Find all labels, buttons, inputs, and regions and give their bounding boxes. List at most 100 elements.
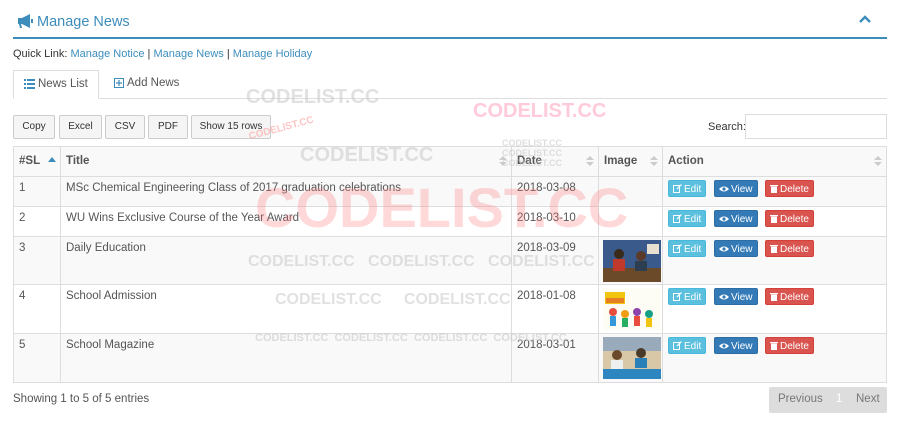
page-1-button[interactable]: 1 [836, 393, 842, 405]
eye-icon [719, 186, 729, 192]
edit-icon [673, 292, 682, 301]
cell-image [598, 177, 662, 206]
delete-label: Delete [780, 341, 809, 352]
link-manage-holiday[interactable]: Manage Holiday [233, 48, 313, 60]
trash-icon [770, 215, 778, 223]
cell-image [598, 285, 662, 333]
cell-sl: 3 [19, 242, 26, 254]
table-row: 4 School Admission 2018-01-08 Edit View De… [14, 284, 886, 333]
chevron-up-icon[interactable] [859, 14, 871, 24]
watermark: CODELIST.CC [473, 100, 607, 122]
cell-image [598, 334, 662, 382]
delete-button[interactable]: Delete [765, 288, 814, 305]
link-manage-news[interactable]: Manage News [153, 48, 223, 60]
column-header-title[interactable]: Title [60, 147, 511, 176]
tab-news-list[interactable]: News List [13, 70, 99, 99]
view-button[interactable]: View [714, 337, 758, 354]
tab-label: News List [38, 78, 88, 90]
previous-button[interactable]: Previous [778, 393, 823, 405]
edit-button[interactable]: Edit [668, 288, 707, 305]
copy-button[interactable]: Copy [13, 115, 55, 139]
cell-sl: 1 [19, 182, 26, 194]
delete-label: Delete [780, 292, 809, 303]
column-header-sl[interactable]: #SL [14, 147, 60, 176]
tab-label: Add News [127, 77, 180, 89]
view-button[interactable]: View [714, 240, 758, 257]
trash-icon [770, 293, 778, 301]
eye-icon [719, 343, 729, 349]
header-label: Action [668, 155, 704, 167]
view-label: View [731, 214, 753, 225]
tab-add-news[interactable]: Add News [104, 70, 189, 99]
edit-button[interactable]: Edit [668, 180, 707, 197]
edit-button[interactable]: Edit [668, 210, 707, 227]
link-manage-notice[interactable]: Manage Notice [70, 48, 144, 60]
cell-date: 2018-03-09 [511, 237, 598, 284]
link-separator: | [226, 48, 230, 60]
delete-button[interactable]: Delete [765, 180, 814, 197]
edit-icon [673, 341, 682, 350]
cell-sl: 4 [19, 290, 26, 302]
view-button[interactable]: View [714, 180, 758, 197]
students-desk-photo [603, 337, 661, 379]
delete-button[interactable]: Delete [765, 240, 814, 257]
cell-title: Daily Education [60, 237, 511, 284]
csv-button[interactable]: CSV [105, 115, 145, 139]
cell-title: School Magazine [60, 334, 511, 382]
table-header-row: #SL Title Date Image Action [14, 147, 886, 176]
edit-label: Edit [684, 214, 702, 225]
edit-button[interactable]: Edit [668, 240, 707, 257]
cell-actions: Edit View Delete [662, 334, 886, 382]
view-label: View [731, 184, 753, 195]
view-button[interactable]: View [714, 288, 758, 305]
search-input[interactable] [745, 114, 887, 139]
next-button[interactable]: Next [856, 393, 880, 405]
edit-icon [673, 184, 682, 193]
cell-actions: Edit View Delete [662, 207, 886, 236]
cell-date: 2018-01-08 [511, 285, 598, 333]
news-table: #SL Title Date Image Action 1 MSc Chemic… [13, 146, 887, 383]
quick-link-label: Quick Link: [13, 48, 68, 60]
table-row: 5 School Magazine 2018-03-01 Edit View Del… [14, 333, 886, 382]
edit-label: Edit [684, 244, 702, 255]
view-button[interactable]: View [714, 210, 758, 227]
show-rows-button[interactable]: Show 15 rows [191, 115, 271, 139]
delete-button[interactable]: Delete [765, 210, 814, 227]
column-header-date[interactable]: Date [511, 147, 598, 176]
eye-icon [719, 216, 729, 222]
trash-icon [770, 245, 778, 253]
cell-date: 2018-03-08 [511, 177, 598, 206]
edit-icon [673, 244, 682, 253]
eye-icon [719, 294, 729, 300]
table-info: Showing 1 to 5 of 5 entries [13, 393, 150, 405]
list-icon [24, 79, 35, 89]
view-label: View [731, 341, 753, 352]
sort-both-icon [874, 156, 882, 166]
cell-title: School Admission [60, 285, 511, 333]
cell-date: 2018-03-01 [511, 334, 598, 382]
cell-actions: Edit View Delete [662, 237, 886, 284]
edit-button[interactable]: Edit [668, 337, 707, 354]
bullhorn-icon [18, 14, 33, 28]
delete-label: Delete [780, 214, 809, 225]
cell-title: MSc Chemical Engineering Class of 2017 g… [60, 177, 511, 206]
column-header-image[interactable]: Image [598, 147, 662, 176]
header-label: Image [604, 155, 638, 167]
panel-header: Manage News [13, 6, 887, 39]
cell-date: 2018-03-10 [511, 207, 598, 236]
pdf-button[interactable]: PDF [148, 115, 188, 139]
cell-image [598, 207, 662, 236]
delete-button[interactable]: Delete [765, 337, 814, 354]
table-row: 2 WU Wins Exclusive Course of the Year A… [14, 206, 886, 236]
cell-image [598, 237, 662, 284]
trash-icon [770, 185, 778, 193]
search-label: Search: [708, 121, 746, 133]
eye-icon [719, 246, 729, 252]
excel-button[interactable]: Excel [59, 115, 102, 139]
cell-title: WU Wins Exclusive Course of the Year Awa… [60, 207, 511, 236]
quick-links: Quick Link: Manage Notice | Manage News … [13, 48, 312, 60]
edit-label: Edit [684, 184, 702, 195]
column-header-action[interactable]: Action [662, 147, 886, 176]
edit-icon [673, 214, 682, 223]
cell-actions: Edit View Delete [662, 177, 886, 206]
